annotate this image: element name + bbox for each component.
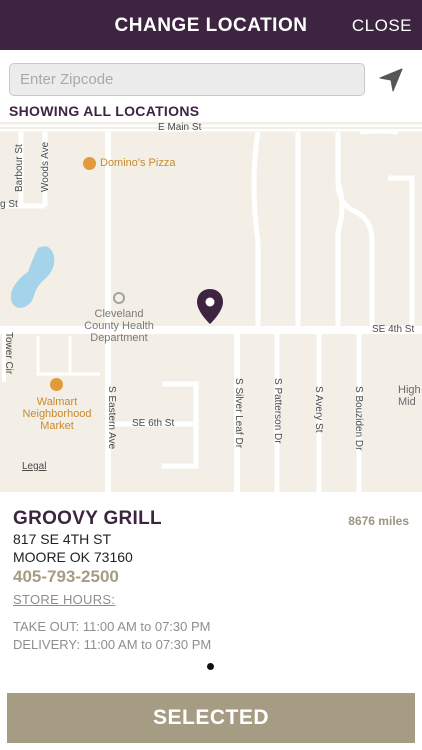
store-distance: 8676 miles (348, 514, 409, 528)
dominos-label: Domino's Pizza (100, 157, 176, 169)
store-hours-link[interactable]: STORE HOURS: (13, 592, 115, 607)
takeout-hours: TAKE OUT: 11:00 AM to 07:30 PM (13, 619, 211, 634)
street-label-s-eastern: S Eastern Ave (106, 386, 117, 450)
store-location-pin-icon[interactable] (196, 288, 224, 326)
showing-locations-label: SHOWING ALL LOCATIONS (9, 103, 200, 119)
poi-circle-icon (113, 292, 125, 304)
street-label-g-st: g St (0, 199, 18, 210)
map-label-high-mid: High Mid (398, 384, 421, 408)
street-label-woods: Woods Ave (40, 141, 51, 192)
map-legal-link[interactable]: Legal (22, 461, 46, 472)
map-view[interactable]: E Main St SE 4th St SE 6th St Barbour St… (0, 122, 422, 492)
search-row (0, 50, 422, 102)
navigation-arrow-icon[interactable] (377, 66, 405, 94)
shopping-cart-icon (50, 378, 63, 391)
zipcode-input[interactable] (9, 63, 365, 96)
cleveland-health-label: Cleveland County Health Department (84, 308, 154, 344)
lake (10, 246, 55, 308)
road-upper-3 (335, 132, 375, 330)
street-label-se-4th: SE 4th St (372, 324, 415, 335)
selected-button[interactable]: SELECTED (7, 693, 415, 743)
page-indicator-dot (207, 663, 214, 670)
store-phone-link[interactable]: 405-793-2500 (13, 567, 119, 587)
street-label-s-patterson: S Patterson Dr (272, 378, 283, 444)
road-upper-4 (335, 181, 345, 330)
street-label-s-bouziden: S Bouziden Dr (353, 386, 364, 451)
street-label-e-main: E Main St (158, 122, 202, 133)
store-name: GROOVY GRILL (13, 508, 162, 529)
store-address-line2: MOORE OK 73160 (13, 549, 133, 565)
close-button[interactable]: CLOSE (352, 0, 412, 50)
road-upper-5 (388, 175, 415, 330)
delivery-hours: DELIVERY: 11:00 AM to 07:30 PM (13, 637, 212, 652)
street-label-barbour: Barbour St (14, 144, 25, 192)
walmart-label: Walmart Neighborhood Market (22, 396, 92, 432)
street-label-s-silver-leaf: S Silver Leaf Dr (233, 378, 244, 449)
store-address-line1: 817 SE 4TH ST (13, 531, 112, 547)
header-bar: CHANGE LOCATION CLOSE (0, 0, 422, 50)
pizza-icon (83, 157, 96, 170)
street-label-tower: Tower Cir (3, 332, 14, 375)
road-upper-6 (359, 128, 399, 135)
street-label-se-6th: SE 6th St (132, 418, 175, 429)
road-upper-1 (251, 131, 261, 330)
street-label-s-avery: S Avery St (313, 386, 324, 433)
